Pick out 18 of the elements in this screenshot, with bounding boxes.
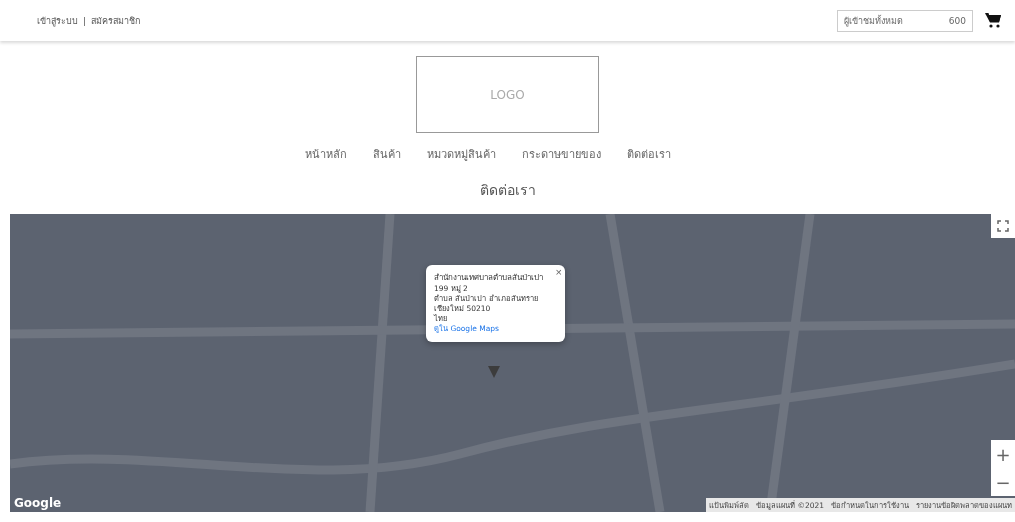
- close-button[interactable]: ×: [555, 266, 562, 278]
- place-title: สำนักงานเทศบาลตำบลสันป่าเปา: [434, 273, 544, 284]
- visitor-counter: ผู้เข้าชมทั้งหมด 600: [837, 9, 973, 32]
- nav-link[interactable]: สินค้า: [372, 145, 401, 163]
- page-title: ติดต่อเรา: [478, 181, 537, 199]
- separator-text: |: [83, 15, 87, 26]
- fullscreen-icon: [997, 220, 1009, 232]
- fullscreen-button[interactable]: [991, 214, 1015, 238]
- nav-link[interactable]: ติดต่อเรา: [626, 145, 671, 163]
- google-logo: Google: [14, 496, 62, 510]
- nav-link[interactable]: หน้าหลัก: [304, 145, 347, 163]
- login-link[interactable]: เข้าสู่ระบบ: [37, 13, 78, 28]
- nav-link[interactable]: กระดาษขายของ: [521, 145, 601, 163]
- logo-text: LOGO: [490, 87, 525, 102]
- register-link[interactable]: สมัครสมาชิก: [91, 13, 141, 28]
- cart-icon[interactable]: [985, 13, 1001, 28]
- nav-link[interactable]: หมวดหมู่สินค้า: [426, 145, 496, 163]
- map-pin-icon[interactable]: [488, 366, 500, 378]
